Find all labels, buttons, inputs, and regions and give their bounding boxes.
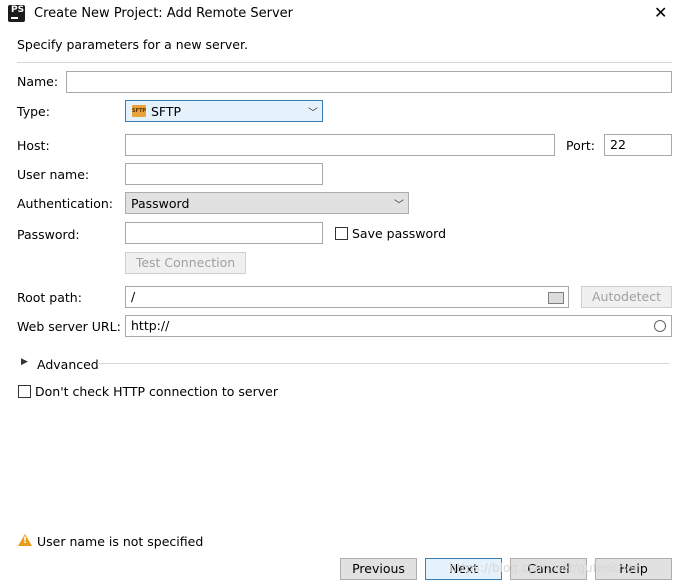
port-input[interactable]: 22 [604,134,672,156]
warning-message: User name is not specified [37,534,204,549]
dialog-subtitle: Specify parameters for a new server. [17,37,248,52]
expand-arrow-icon[interactable]: ▶ [21,357,28,367]
root-path-input[interactable]: / [125,286,569,308]
close-icon[interactable]: ✕ [654,4,667,22]
username-label: User name: [17,167,90,182]
name-label: Name: [17,74,59,89]
root-path-label: Root path: [17,290,82,305]
dont-check-http-checkbox[interactable] [18,385,31,398]
globe-icon[interactable] [654,320,666,332]
app-icon-label: PS [11,5,25,15]
host-input[interactable] [125,134,555,156]
app-icon-underline [11,17,18,19]
password-label: Password: [17,227,80,242]
advanced-divider [97,363,670,364]
header-divider [17,62,672,63]
authentication-selected-value: Password [131,196,190,211]
authentication-label: Authentication: [17,196,113,211]
type-selected-value: SFTP [151,104,182,119]
test-connection-button[interactable]: Test Connection [125,252,246,274]
save-password-checkbox[interactable] [335,227,348,240]
watermark-text: https://blog.csdn.net/gufenchen [449,561,641,575]
password-input[interactable] [125,222,323,244]
chevron-down-icon: ﹀ [394,200,404,211]
previous-button[interactable]: Previous [340,558,417,580]
host-label: Host: [17,138,50,153]
advanced-section-label[interactable]: Advanced [37,357,99,372]
window-title: Create New Project: Add Remote Server [34,6,294,21]
type-label: Type: [17,104,50,119]
sftp-icon: SFTP [132,105,146,117]
dont-check-http-label: Don't check HTTP connection to server [35,384,278,399]
folder-icon[interactable] [548,292,564,304]
web-server-url-input[interactable]: http:// [125,315,672,337]
autodetect-button[interactable]: Autodetect [581,286,672,308]
port-label: Port: [566,138,595,153]
web-server-url-label: Web server URL: [17,319,121,334]
chevron-down-icon: ﹀ [308,108,318,119]
save-password-label: Save password [352,226,447,241]
name-input[interactable] [66,71,672,93]
warning-icon-mark: ! [23,536,28,546]
username-input[interactable] [125,163,323,185]
